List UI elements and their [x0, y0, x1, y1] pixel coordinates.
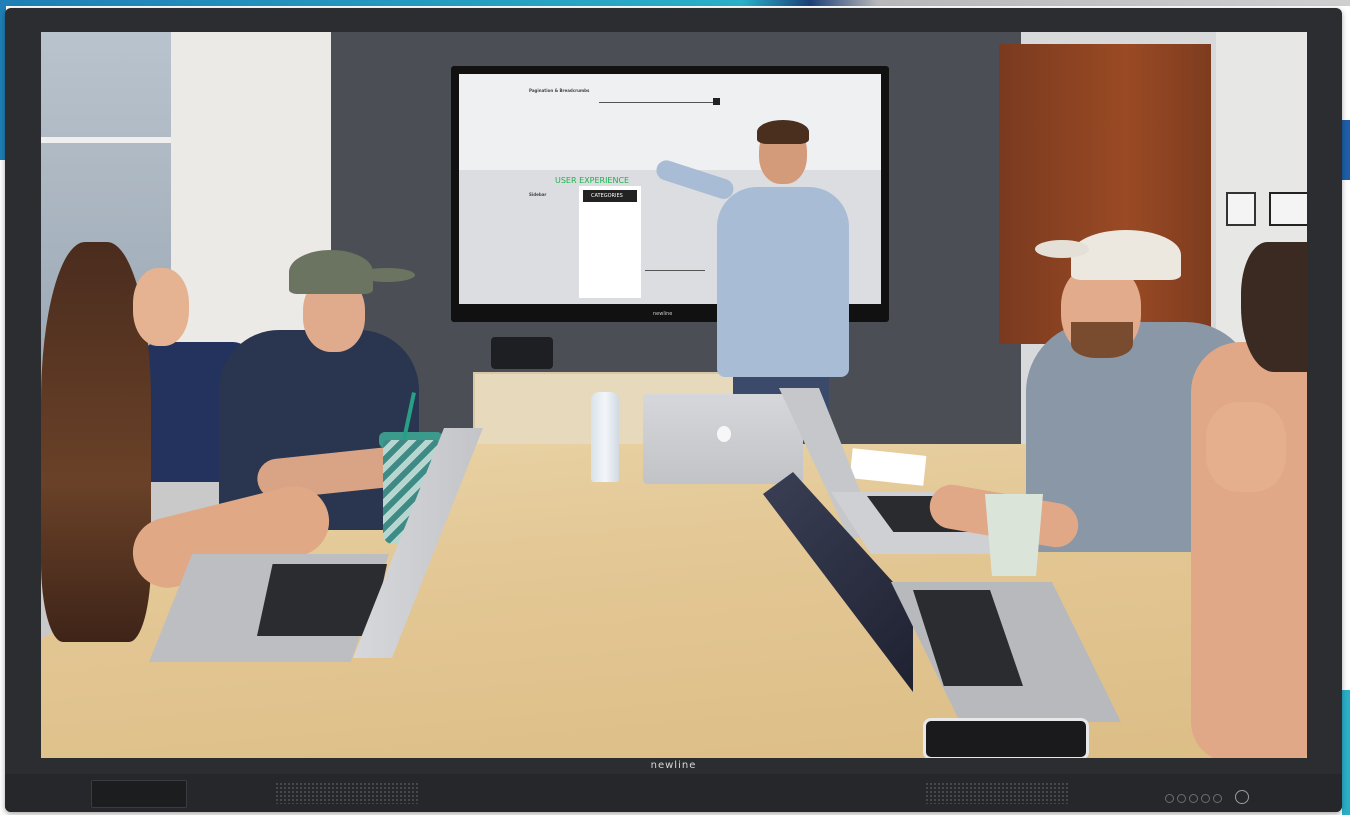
presenter-hair	[757, 120, 809, 144]
board-handwriting: USER EXPERIENCE	[555, 176, 630, 185]
background-band-top	[0, 0, 1350, 6]
beard	[1071, 322, 1133, 358]
cap-brim	[359, 268, 415, 282]
water-bottle	[591, 392, 619, 482]
background-band-right	[1342, 120, 1350, 180]
speaker-grille-right	[925, 782, 1070, 804]
smartphone	[923, 718, 1089, 758]
display-bottom-bar	[5, 774, 1342, 812]
display-screen: Pagination & Breadcrumbs Sidebar USER EX…	[41, 32, 1307, 758]
board-category-box	[579, 186, 641, 298]
tv-brand-label: newline	[653, 311, 673, 317]
paper-cup	[985, 494, 1043, 576]
control-button[interactable]	[1201, 794, 1210, 803]
attendee-hair	[1241, 242, 1307, 372]
apple-icon	[717, 426, 731, 442]
picture-frame	[1226, 192, 1256, 226]
board-line	[645, 270, 705, 271]
sensor-module	[91, 780, 187, 808]
display-brand-label: newline	[650, 760, 697, 771]
picture-frame	[1269, 192, 1307, 226]
board-heading-top: Pagination & Breadcrumbs	[529, 88, 590, 93]
attendee-hand	[1206, 402, 1286, 492]
speaker-grille-left	[275, 782, 420, 804]
board-heading-mid: Sidebar	[529, 192, 547, 197]
presenter	[717, 187, 849, 377]
window-frame	[41, 137, 171, 143]
cap-brim	[1035, 240, 1089, 258]
desk-phone	[491, 337, 553, 369]
control-button[interactable]	[1177, 794, 1186, 803]
control-button[interactable]	[1165, 794, 1174, 803]
power-icon[interactable]	[1235, 790, 1249, 804]
background-band-right-lower	[1342, 690, 1350, 815]
attendee-face	[133, 268, 189, 346]
board-page-marker	[713, 98, 720, 105]
control-button[interactable]	[1213, 794, 1222, 803]
board-category-label: CATEGORIES	[591, 193, 623, 199]
board-line	[599, 102, 719, 103]
baseball-cap	[1071, 230, 1181, 280]
interactive-display: Pagination & Breadcrumbs Sidebar USER EX…	[5, 8, 1342, 812]
control-button[interactable]	[1189, 794, 1198, 803]
